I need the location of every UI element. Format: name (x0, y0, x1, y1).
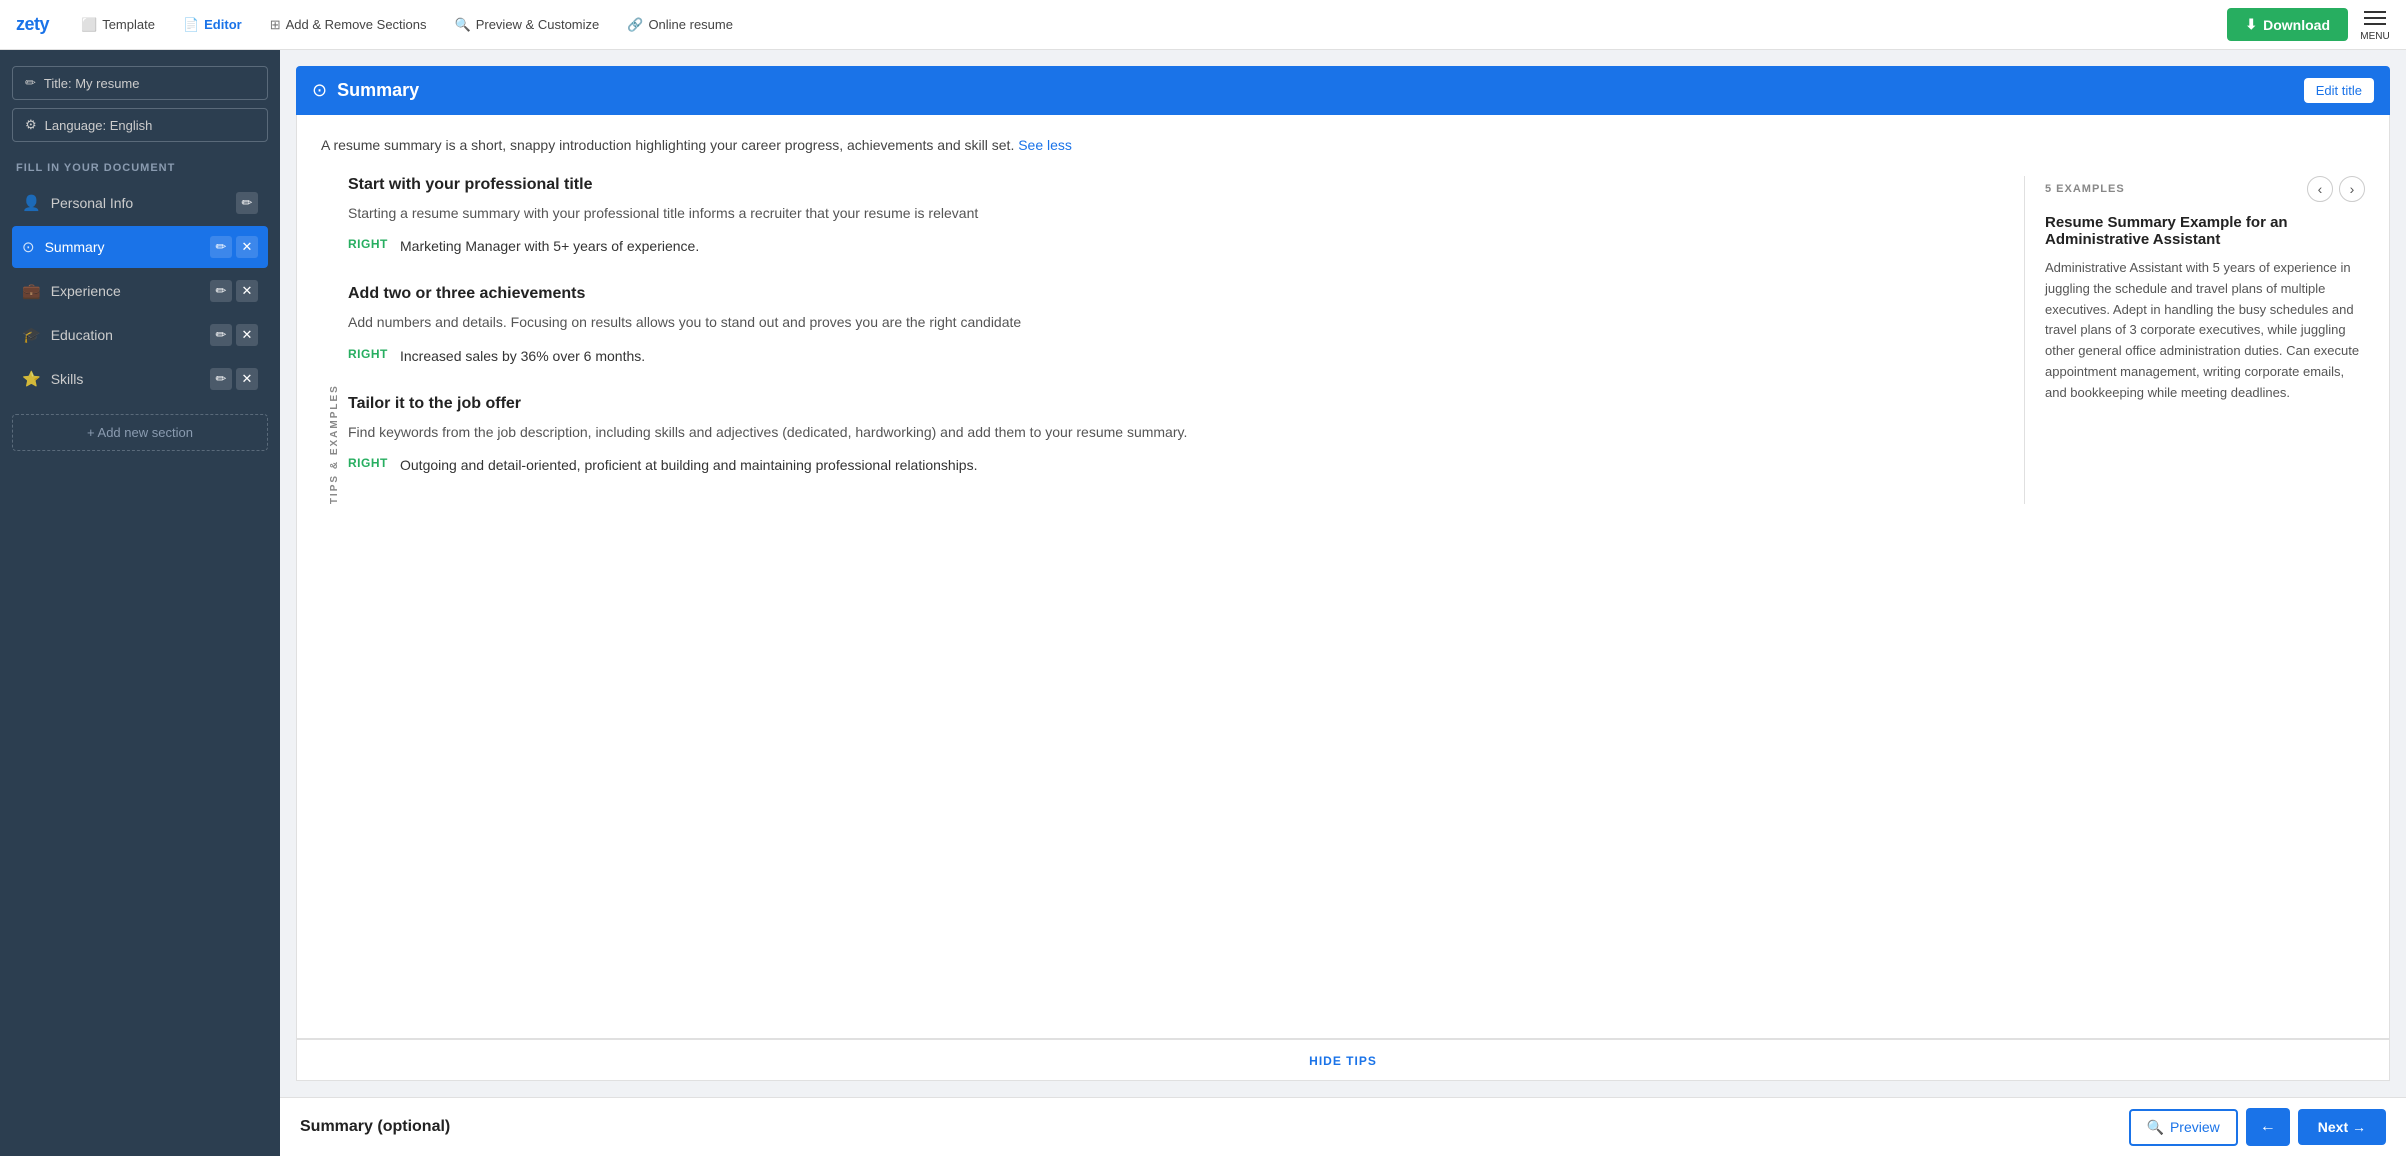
bottom-section-title: Summary (optional) (300, 1118, 450, 1136)
download-button[interactable]: ⬇ Download (2227, 8, 2348, 41)
preview-icon: 🔍 (455, 17, 471, 33)
sidebar-item-skills[interactable]: ⭐ Skills ✏ ✕ (12, 358, 268, 400)
title-button[interactable]: ✏ Title: My resume (12, 66, 268, 100)
preview-button[interactable]: 🔍 Preview (2129, 1109, 2238, 1146)
sidebar-item-personal-info[interactable]: 👤 Personal Info ✏ (12, 182, 268, 224)
next-button[interactable]: Next → (2298, 1109, 2386, 1145)
link-icon: 🔗 (627, 17, 643, 33)
delete-summary-button[interactable]: ✕ (236, 236, 258, 258)
content-area: ⊙ Summary Edit title A resume summary is… (280, 50, 2406, 1156)
examples-header: 5 EXAMPLES ‹ › (2045, 176, 2365, 202)
back-button[interactable]: ← (2246, 1108, 2290, 1146)
tips-intro: A resume summary is a short, snappy intr… (321, 135, 2365, 156)
menu-button[interactable]: MENU (2360, 7, 2390, 42)
edit-skills-button[interactable]: ✏ (210, 368, 232, 390)
summary-icon: ⊙ (22, 238, 35, 256)
delete-skills-button[interactable]: ✕ (236, 368, 258, 390)
bottom-bar: Summary (optional) 🔍 Preview ← Next → (280, 1097, 2406, 1156)
graduation-icon: 🎓 (22, 326, 41, 344)
bottom-actions: 🔍 Preview ← Next → (2129, 1108, 2386, 1146)
tips-panel: A resume summary is a short, snappy intr… (296, 115, 2390, 1039)
example-text: Administrative Assistant with 5 years of… (2045, 258, 2365, 404)
example-title: Resume Summary Example for an Administra… (2045, 214, 2365, 248)
section-header: ⊙ Summary Edit title (296, 66, 2390, 115)
sidebar-item-summary[interactable]: ⊙ Summary ✏ ✕ (12, 226, 268, 268)
main-layout: ✏ Title: My resume ⚙ Language: English F… (0, 50, 2406, 1156)
tip-1: Start with your professional title Start… (348, 176, 2000, 257)
edit-summary-button[interactable]: ✏ (210, 236, 232, 258)
hide-tips-link[interactable]: HIDE TIPS (1309, 1054, 1377, 1068)
edit-title-button[interactable]: Edit title (2304, 78, 2374, 103)
briefcase-icon: 💼 (22, 282, 41, 300)
example-prev-button[interactable]: ‹ (2307, 176, 2333, 202)
pen-icon: ✏ (25, 75, 36, 91)
hide-tips-bar: HIDE TIPS (296, 1039, 2390, 1081)
examples-panel: 5 EXAMPLES ‹ › Resume Summary Example fo… (2025, 176, 2365, 504)
download-icon: ⬇ (2245, 16, 2257, 33)
logo: zety (16, 14, 49, 35)
person-icon: 👤 (22, 194, 41, 212)
tips-examples-container: TIPS & EXAMPLES Start with your professi… (321, 176, 2365, 504)
section-header-icon: ⊙ (312, 80, 327, 101)
tip-3: Tailor it to the job offer Find keywords… (348, 395, 2000, 476)
tip-2: Add two or three achievements Add number… (348, 285, 2000, 366)
nav-add-remove[interactable]: ⊞ Add & Remove Sections (258, 11, 439, 39)
preview-search-icon: 🔍 (2147, 1119, 2164, 1136)
template-icon: ⬜ (81, 17, 97, 33)
edit-education-button[interactable]: ✏ (210, 324, 232, 346)
edit-personal-info-button[interactable]: ✏ (236, 192, 258, 214)
edit-experience-button[interactable]: ✏ (210, 280, 232, 302)
sidebar-item-education[interactable]: 🎓 Education ✏ ✕ (12, 314, 268, 356)
sidebar-item-experience[interactable]: 💼 Experience ✏ ✕ (12, 270, 268, 312)
nav-preview-customize[interactable]: 🔍 Preview & Customize (443, 11, 612, 39)
main-panel: ⊙ Summary Edit title A resume summary is… (296, 66, 2390, 1081)
example-next-button[interactable]: › (2339, 176, 2365, 202)
language-button[interactable]: ⚙ Language: English (12, 108, 268, 142)
nav-editor[interactable]: 📄 Editor (171, 11, 254, 39)
topnav: zety ⬜ Template 📄 Editor ⊞ Add & Remove … (0, 0, 2406, 50)
tips-rotated-label: TIPS & EXAMPLES (321, 176, 348, 504)
globe-icon: ⚙ (25, 117, 37, 133)
content-scroll: ⊙ Summary Edit title A resume summary is… (280, 50, 2406, 1097)
nav-online-resume[interactable]: 🔗 Online resume (615, 11, 745, 39)
delete-education-button[interactable]: ✕ (236, 324, 258, 346)
add-remove-icon: ⊞ (270, 17, 281, 33)
fill-label: FILL IN YOUR DOCUMENT (16, 162, 268, 174)
add-section-button[interactable]: + Add new section (12, 414, 268, 451)
tips-content: Start with your professional title Start… (348, 176, 2025, 504)
see-less-link[interactable]: See less (1018, 137, 1072, 153)
editor-icon: 📄 (183, 17, 199, 33)
delete-experience-button[interactable]: ✕ (236, 280, 258, 302)
nav-template[interactable]: ⬜ Template (69, 11, 167, 39)
star-icon: ⭐ (22, 370, 41, 388)
sidebar: ✏ Title: My resume ⚙ Language: English F… (0, 50, 280, 1156)
nav-right: ⬇ Download MENU (2227, 7, 2390, 42)
